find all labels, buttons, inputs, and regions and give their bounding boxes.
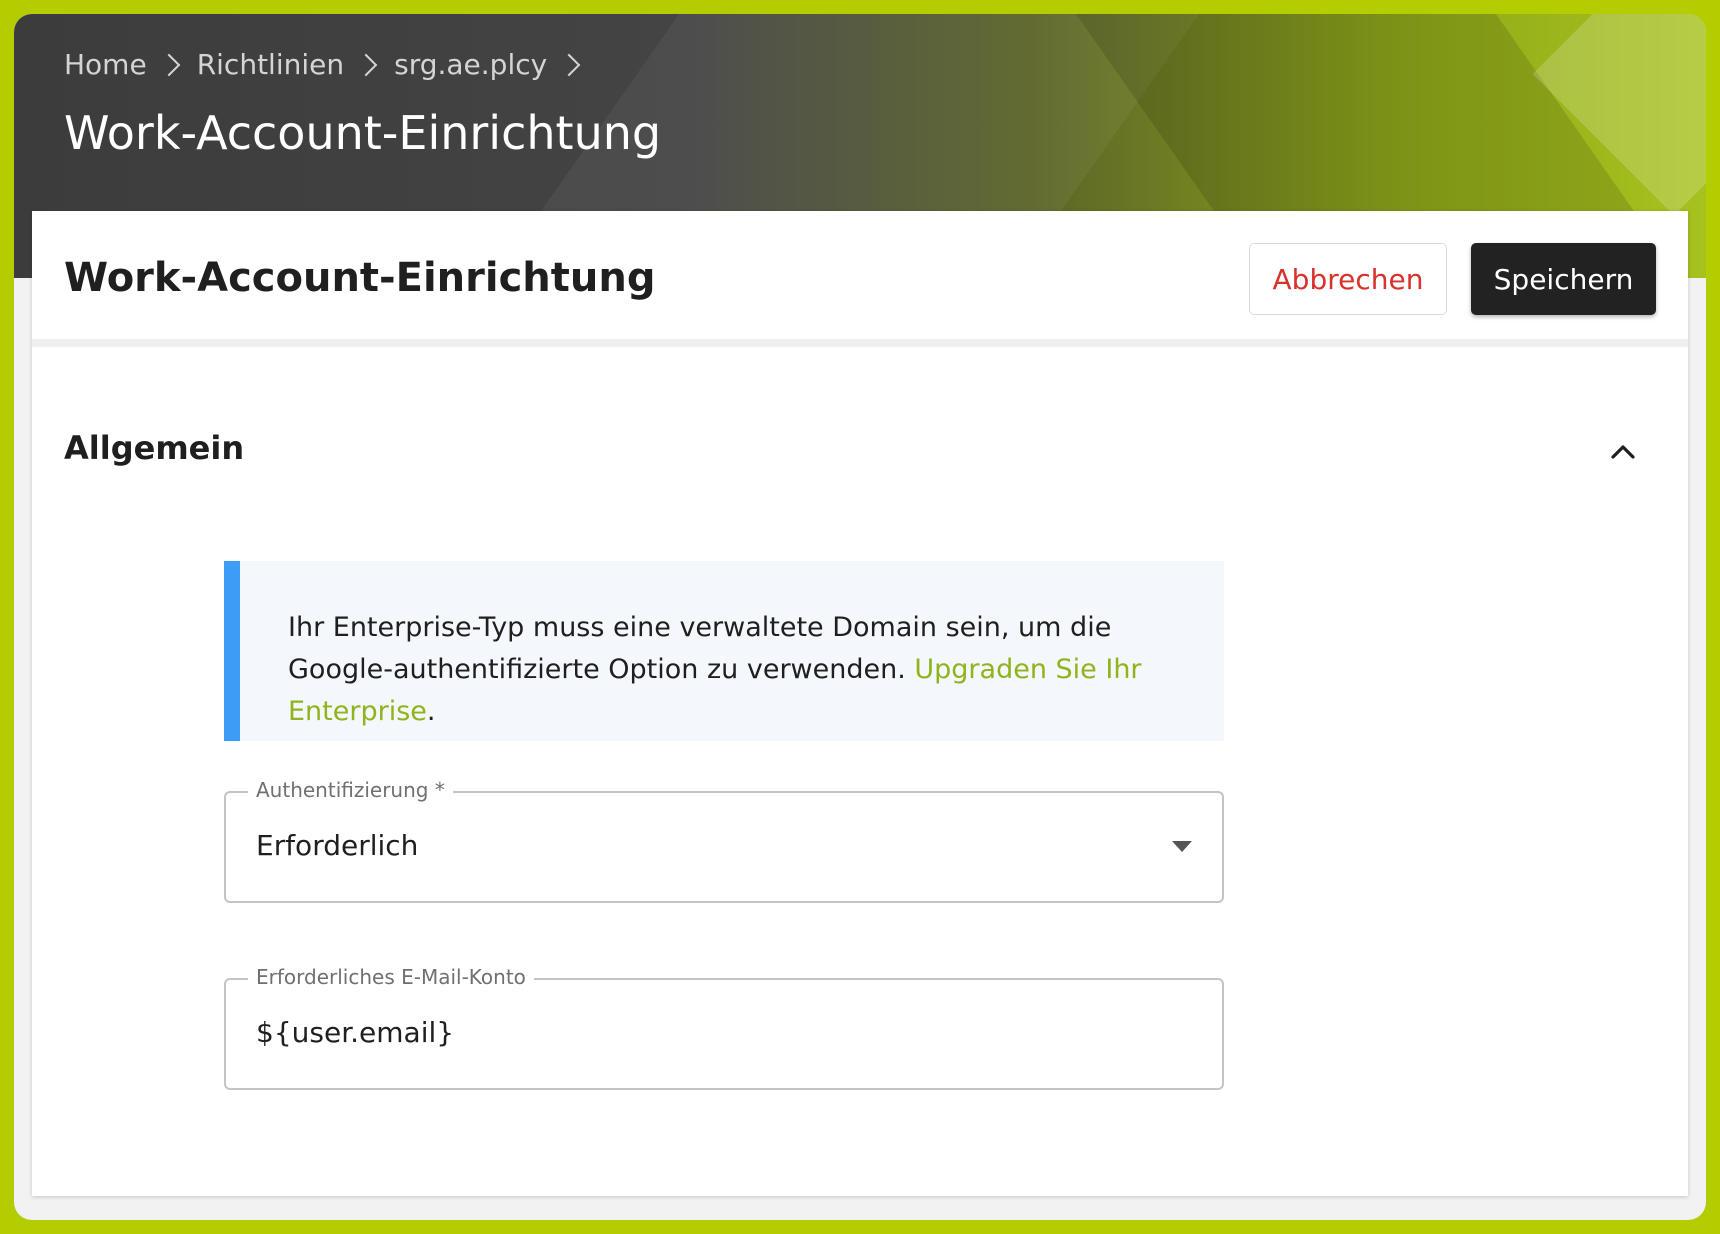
dropdown-arrow-icon — [1172, 841, 1192, 852]
required-email-input[interactable]: Erforderliches E-Mail-Konto ${user.email… — [224, 965, 1224, 1090]
chevron-right-icon — [157, 53, 181, 76]
chevron-right-icon — [354, 53, 378, 76]
chevron-right-icon — [557, 53, 581, 76]
chevron-up-icon — [1611, 445, 1635, 459]
info-alert: Ihr Enterprise-Typ muss eine verwaltete … — [224, 561, 1224, 741]
card-title: Work-Account-Einrichtung — [64, 255, 656, 301]
section-title-allgemein: Allgemein — [64, 429, 245, 467]
breadcrumb: Home Richtlinien srg.ae.plcy — [64, 48, 597, 81]
required-email-value: ${user.email} — [256, 1016, 455, 1049]
authentication-value: Erforderlich — [256, 829, 419, 862]
chevron-up-icon[interactable] — [1606, 435, 1640, 469]
authentication-select[interactable]: Authentifizierung * Erforderlich — [224, 778, 1224, 903]
breadcrumb-item-richtlinien[interactable]: Richtlinien — [197, 48, 344, 81]
required-email-label: Erforderliches E-Mail-Konto — [248, 965, 534, 989]
app-window: Home Richtlinien srg.ae.plcy Work-Accoun… — [14, 14, 1706, 1220]
alert-suffix: . — [426, 696, 436, 727]
page-title: Work-Account-Einrichtung — [64, 106, 662, 160]
card-header: Work-Account-Einrichtung Abbrechen Speic… — [32, 211, 1688, 347]
breadcrumb-item-policy[interactable]: srg.ae.plcy — [394, 48, 547, 81]
save-button[interactable]: Speichern — [1471, 243, 1656, 315]
cancel-button[interactable]: Abbrechen — [1249, 243, 1447, 315]
breadcrumb-item-home[interactable]: Home — [64, 48, 147, 81]
alert-message: Ihr Enterprise-Typ muss eine verwaltete … — [288, 607, 1188, 733]
settings-card: Work-Account-Einrichtung Abbrechen Speic… — [32, 211, 1688, 1196]
authentication-label: Authentifizierung * — [248, 778, 453, 802]
